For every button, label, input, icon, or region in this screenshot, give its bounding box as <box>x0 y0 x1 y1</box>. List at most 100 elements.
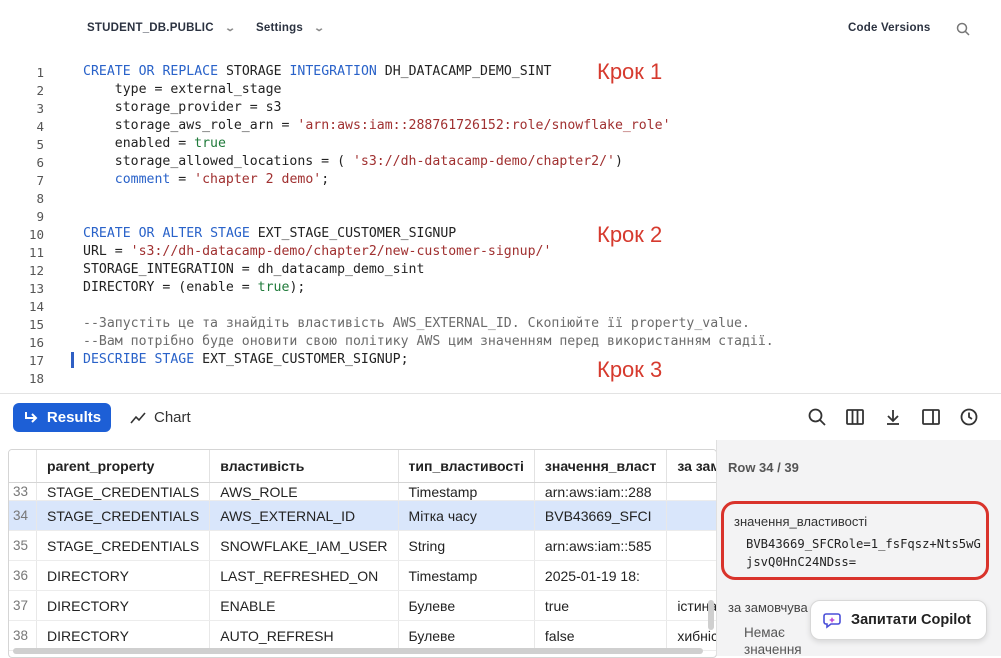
code-line: DIRECTORY = (enable = true); <box>83 280 306 295</box>
table-cell[interactable]: LAST_REFRESHED_ON <box>209 560 399 591</box>
table-cell[interactable]: BVB43669_SFCI <box>534 500 668 531</box>
search-icon[interactable] <box>807 407 827 427</box>
table-row-selected[interactable]: 34 STAGE_CREDENTIALS AWS_EXTERNAL_ID Міт… <box>9 500 716 531</box>
table-cell[interactable]: STAGE_CREDENTIALS <box>36 500 211 531</box>
table-cell[interactable]: SNOWFLAKE_IAM_USER <box>209 530 399 561</box>
table-row[interactable]: 36 DIRECTORY LAST_REFRESHED_ON Timestamp… <box>9 560 716 591</box>
settings-label: Settings <box>256 22 303 34</box>
code-comment: --Вам потрібно буде оновити свою політик… <box>83 334 774 349</box>
table-cell[interactable]: String <box>398 530 535 561</box>
vertical-scrollbar[interactable] <box>708 600 714 630</box>
code-line: STORAGE_INTEGRATION = dh_datacamp_demo_s… <box>83 262 425 277</box>
property-value-text[interactable]: BVB43669_SFCRole=1_fsFqsz+Nts5wGjsvQ0HnC… <box>746 535 986 571</box>
table-cell[interactable]: STAGE_CREDENTIALS <box>36 482 211 501</box>
code-line: URL = 's3://dh-datacamp-demo/chapter2/ne… <box>83 244 552 259</box>
line-number: 14 <box>28 299 44 314</box>
code-line: storage_allowed_locations = ( 's3://dh-d… <box>83 154 623 169</box>
line-number: 8 <box>36 191 44 206</box>
table-cell[interactable] <box>666 530 716 561</box>
default-label: за замовчува <box>728 600 808 615</box>
code-line: enabled = true <box>83 136 226 151</box>
code-versions-button[interactable]: Code Versions <box>848 22 931 34</box>
column-header[interactable]: значення_власт <box>534 450 668 483</box>
table-row[interactable]: 38 DIRECTORY AUTO_REFRESH Булеве false х… <box>9 620 716 651</box>
column-header[interactable]: за замов <box>666 450 716 483</box>
row-counter: Row 34 / 39 <box>728 460 799 475</box>
code-comment: --Запустіть це та знайдіть властивість A… <box>83 316 750 331</box>
table-cell[interactable]: Мітка часу <box>398 500 535 531</box>
row-number: 38 <box>9 620 38 651</box>
column-header[interactable]: тип_властивості <box>398 450 535 483</box>
line-number: 10 <box>28 227 44 242</box>
table-cell[interactable]: 2025-01-19 18: <box>534 560 668 591</box>
horizontal-scrollbar[interactable] <box>13 648 703 654</box>
column-header[interactable]: parent_property <box>36 450 211 483</box>
table-cell[interactable]: Timestamp <box>398 482 535 501</box>
table-cell[interactable]: STAGE_CREDENTIALS <box>36 530 211 561</box>
download-icon[interactable] <box>883 407 903 427</box>
step-label: Крок 1 <box>597 59 663 84</box>
table-cell[interactable]: DIRECTORY <box>36 560 211 591</box>
table-cell[interactable]: ENABLE <box>209 590 399 621</box>
editor-toolbar: STUDENT_DB.PUBLIC ⌄ Settings ⌄ Code Versio… <box>0 0 1001 58</box>
database-selector-label: STUDENT_DB.PUBLIC <box>87 22 214 34</box>
table-cell[interactable]: Булеве <box>398 620 535 651</box>
table-cell[interactable]: AWS_ROLE <box>209 482 399 501</box>
database-selector[interactable]: STUDENT_DB.PUBLIC ⌄ <box>87 22 236 34</box>
line-number: 16 <box>28 335 44 350</box>
split-panel-icon[interactable] <box>921 407 941 427</box>
line-number: 15 <box>28 317 44 332</box>
table-cell[interactable]: Timestamp <box>398 560 535 591</box>
line-number: 18 <box>28 371 44 386</box>
line-number: 7 <box>36 173 44 188</box>
results-tab[interactable]: Results <box>13 403 111 432</box>
line-number: 2 <box>36 83 44 98</box>
table-cell[interactable] <box>666 500 716 531</box>
line-number: 3 <box>36 101 44 116</box>
step-label: Крок 2 <box>597 222 663 247</box>
settings-dropdown[interactable]: Settings ⌄ <box>256 22 326 34</box>
history-clock-icon[interactable] <box>959 407 979 427</box>
row-number: 37 <box>9 590 38 621</box>
table-cell[interactable] <box>666 560 716 591</box>
table-cell[interactable]: DIRECTORY <box>36 590 211 621</box>
table-cell[interactable]: AUTO_REFRESH <box>209 620 399 651</box>
chart-tab[interactable]: Chart <box>130 403 191 432</box>
code-line: CREATE OR REPLACE STORAGE INTEGRATION DH… <box>83 64 552 79</box>
line-number: 1 <box>36 65 44 80</box>
table-row[interactable]: 33 STAGE_CREDENTIALS AWS_ROLE Timestamp … <box>9 482 716 501</box>
ask-copilot-button[interactable]: Запитати Copilot <box>810 600 987 640</box>
table-cell[interactable]: true <box>534 590 668 621</box>
line-number: 4 <box>36 119 44 134</box>
property-value-highlight: значення_властивості BVB43669_SFCRole=1_… <box>721 501 989 580</box>
row-number: 36 <box>9 560 38 591</box>
table-row[interactable]: 35 STAGE_CREDENTIALS SNOWFLAKE_IAM_USER … <box>9 530 716 561</box>
table-cell[interactable] <box>666 482 716 501</box>
ask-copilot-label: Запитати Copilot <box>851 612 971 628</box>
table-cell[interactable]: arn:aws:iam::288 <box>534 482 668 501</box>
row-number: 35 <box>9 530 38 561</box>
line-number: 12 <box>28 263 44 278</box>
table-cell[interactable]: DIRECTORY <box>36 620 211 651</box>
row-number: 33 <box>9 482 38 501</box>
line-number: 17 <box>28 353 44 368</box>
chart-tab-label: Chart <box>154 409 191 426</box>
return-arrow-icon <box>24 411 38 423</box>
copilot-chat-icon <box>823 613 841 629</box>
columns-icon[interactable] <box>845 407 865 427</box>
line-number: 11 <box>28 245 44 260</box>
table-cell[interactable]: AWS_EXTERNAL_ID <box>209 500 399 531</box>
column-header[interactable]: властивість <box>209 450 399 483</box>
line-number: 6 <box>36 155 44 170</box>
search-icon[interactable] <box>956 22 970 36</box>
table-cell[interactable]: arn:aws:iam::585 <box>534 530 668 561</box>
code-line: type = external_stage <box>83 82 282 97</box>
table-cell[interactable]: Булеве <box>398 590 535 621</box>
table-row[interactable]: 37 DIRECTORY ENABLE Булеве true істина <box>9 590 716 621</box>
active-line-marker <box>71 352 74 368</box>
table-cell[interactable]: false <box>534 620 668 651</box>
chevron-down-icon: ⌄ <box>313 23 326 34</box>
results-grid[interactable]: parent_property властивість тип_властиво… <box>8 449 717 658</box>
header-row: parent_property властивість тип_властиво… <box>9 450 716 483</box>
sql-editor[interactable]: 1 2 3 4 5 6 7 8 9 10 11 12 13 14 15 16 1… <box>0 58 1001 393</box>
